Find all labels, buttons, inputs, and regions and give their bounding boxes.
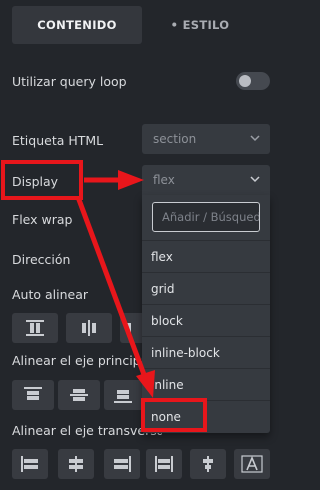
align-full-button[interactable] [12, 313, 58, 343]
display-highlight-box [1, 160, 83, 200]
option-inline-block[interactable]: inline-block [142, 336, 270, 368]
html-tag-value: section [153, 132, 197, 146]
align-middle-vertical-button[interactable] [190, 449, 226, 479]
html-tag-label: Etiqueta HTML [12, 133, 104, 148]
justify-end-button[interactable] [104, 380, 142, 410]
align-end-icon [127, 323, 131, 333]
display-value: flex [153, 173, 175, 187]
justify-center-button[interactable] [58, 380, 100, 410]
align-left-button[interactable] [12, 449, 48, 479]
cross-axis-label: Alinear el eje transversal [12, 423, 162, 438]
justify-start-icon [24, 387, 42, 400]
query-loop-label: Utilizar query loop [12, 74, 127, 89]
align-left-icon [21, 456, 38, 472]
main-axis-label: Alinear el eje principal [12, 353, 142, 368]
dropdown-search-input[interactable]: Añadir / Búsqueda [152, 202, 260, 232]
tab-style[interactable]: • ESTILO [150, 6, 250, 44]
align-right-icon [114, 456, 131, 472]
align-stretch-button[interactable] [146, 449, 182, 479]
option-grid[interactable]: grid [142, 272, 270, 304]
align-right-button[interactable] [104, 449, 140, 479]
align-end-button[interactable] [120, 313, 142, 343]
query-loop-toggle[interactable] [236, 72, 270, 90]
option-inline[interactable]: inline [142, 368, 270, 400]
justify-end-icon [114, 390, 132, 403]
none-highlight-box [141, 398, 207, 432]
justify-center-icon [70, 389, 88, 401]
display-select[interactable]: flex [142, 165, 270, 195]
justify-start-button[interactable] [12, 380, 54, 410]
option-flex[interactable]: flex [142, 240, 270, 272]
arrow-head-right [118, 170, 144, 190]
chevron-down-icon [250, 135, 260, 142]
text-baseline-icon [241, 455, 263, 473]
align-middle-icon [203, 456, 213, 472]
html-tag-select[interactable]: section [142, 124, 270, 154]
align-stretch-icon [155, 456, 173, 472]
direction-label: Dirección [12, 252, 71, 267]
align-center-icon [69, 456, 83, 472]
option-block[interactable]: block [142, 304, 270, 336]
toggle-knob [239, 75, 251, 87]
chevron-down-icon [250, 176, 260, 183]
text-baseline-button[interactable] [234, 449, 270, 479]
align-center-button[interactable] [66, 313, 112, 343]
align-center-icon [82, 320, 96, 336]
flex-wrap-label: Flex wrap [12, 212, 73, 227]
align-middle-button[interactable] [58, 449, 94, 479]
align-full-icon [26, 320, 44, 336]
auto-align-label: Auto alinear [12, 287, 89, 302]
tab-content[interactable]: CONTENIDO [12, 6, 142, 44]
